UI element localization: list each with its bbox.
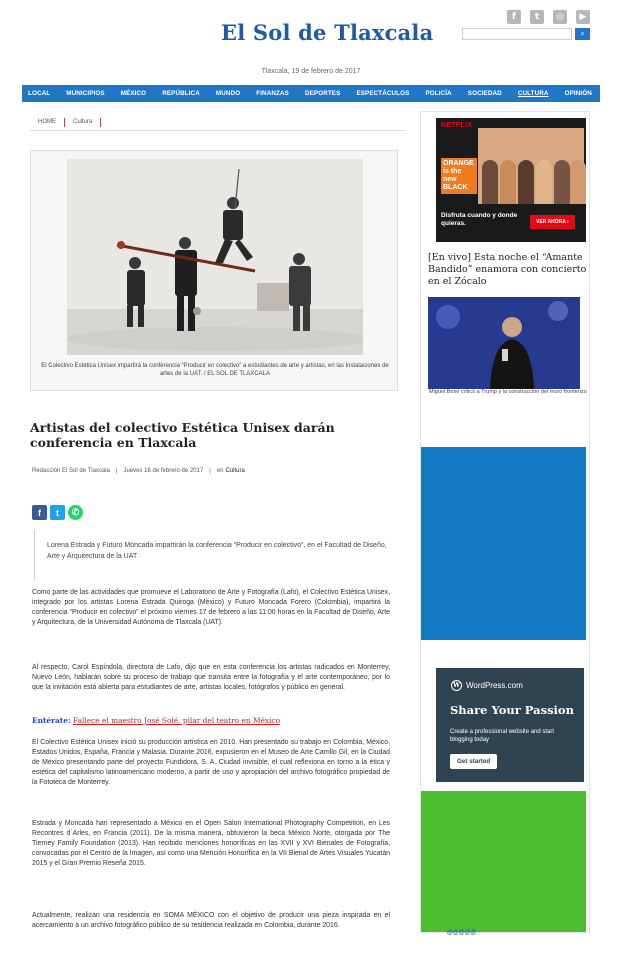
ad-show-title: ORANGE is the new BLACK	[441, 158, 477, 194]
sidebar-news-title[interactable]: [En vivo] Esta noche el “Amante Bandido”…	[428, 252, 588, 288]
wordpress-ad-headline: Share Your Passion	[450, 703, 574, 717]
article-paragraph: Estrada y Moncada han representado a Méx…	[32, 820, 390, 867]
breadcrumb-home[interactable]: HOME	[30, 117, 65, 127]
nav-item-municipios[interactable]: MUNICIPIOS	[66, 90, 104, 97]
nav-item-sociedad[interactable]: SOCIEDAD	[468, 90, 502, 97]
netflix-logo: NETFLIX	[441, 122, 473, 129]
social-links: f t ◎ ▶	[507, 10, 590, 24]
article-paragraph: Actualmente, realizan una residencia en …	[32, 912, 390, 929]
ad-tagline: Disfruta cuando y donde quieras.	[441, 212, 518, 227]
sidebar-news-caption: Miguel Bosé criticó a Trump y la constru…	[429, 389, 587, 395]
wordpress-icon: W	[451, 680, 462, 691]
byline-separator: |	[115, 468, 118, 474]
youtube-icon[interactable]: ▶	[576, 10, 590, 24]
nav-item-opinion[interactable]: OPINIÓN	[565, 90, 592, 97]
wordpress-ad[interactable]: W WordPress.com Share Your Passion Creat…	[436, 668, 584, 782]
main-nav: LOCAL MUNICIPIOS MÉXICO REPÚBLICA MUNDO …	[22, 85, 600, 102]
article-summary: Lorena Estrada y Futuro Moncada impartir…	[34, 530, 394, 580]
search-button[interactable]: ⌕	[575, 28, 590, 40]
ad-tag: @@@@@	[447, 930, 477, 936]
whatsapp-share-icon[interactable]: ✆	[68, 505, 83, 520]
byline-separator: |	[209, 468, 211, 474]
byline-category[interactable]: Cultura	[225, 468, 244, 474]
site-logo[interactable]: El Sol de Tlaxcala	[221, 20, 433, 45]
article-headline: Artistas del colectivo Estética Unisex d…	[30, 420, 335, 450]
article-paragraph: Como parte de las actividades que promue…	[32, 589, 390, 626]
nav-item-mundo[interactable]: MUNDO	[216, 90, 240, 97]
twitter-icon[interactable]: t	[530, 10, 544, 24]
sidebar-news-image[interactable]	[428, 297, 580, 389]
green-ad-banner[interactable]: @@@@@	[421, 791, 586, 936]
nav-item-mexico[interactable]: MÉXICO	[121, 90, 146, 97]
facebook-icon[interactable]: f	[507, 10, 521, 24]
lead-figure: El Colectivo Estética Unisex impartirá l…	[30, 150, 398, 391]
breadcrumb: HOME Cultura	[30, 114, 406, 131]
nav-item-cultura[interactable]: CULTURA	[518, 90, 549, 97]
photo-caption: El Colectivo Estética Unisex impartirá l…	[41, 363, 389, 377]
masthead: El Sol de Tlaxcala f t ◎ ▶ ⌕	[0, 10, 622, 60]
nav-item-local[interactable]: LOCAL	[28, 90, 50, 97]
byline-author: Redacción El Sol de Tlaxcala	[32, 468, 110, 474]
sidebar: NETFLIX ORANGE is the new BLACK Disfruta…	[420, 111, 590, 936]
wordpress-brand-label: WordPress.com	[466, 681, 523, 690]
search-box: ⌕	[462, 28, 590, 40]
byline: Redacción El Sol de Tlaxcala | Jueves 16…	[32, 468, 245, 474]
wordpress-brand: W WordPress.com	[451, 680, 523, 691]
article-paragraph: El Colectivo Estética Unisex inició su p…	[32, 739, 390, 786]
share-buttons: f t ✆	[32, 505, 83, 520]
related-link: Entérate: Fallece el maestro José Solé, …	[32, 716, 392, 725]
wordpress-ad-subtext: Create a professional website and start …	[450, 729, 555, 743]
nav-item-deportes[interactable]: DEPORTES	[305, 90, 340, 97]
blue-ad-banner[interactable]	[421, 447, 586, 640]
nav-item-policia[interactable]: POLICÍA	[425, 90, 451, 97]
search-input[interactable]	[462, 28, 572, 40]
ad-cta-button[interactable]: VER AHORA ›	[530, 215, 575, 229]
byline-date: Jueves 16 de febrero de 2017	[123, 468, 204, 474]
ad-image	[478, 128, 586, 204]
netflix-ad[interactable]: NETFLIX ORANGE is the new BLACK Disfruta…	[436, 118, 586, 242]
lead-photo	[67, 159, 363, 355]
instagram-icon[interactable]: ◎	[553, 10, 567, 24]
nav-item-republica[interactable]: REPÚBLICA	[162, 90, 200, 97]
nav-item-finanzas[interactable]: FINANZAS	[256, 90, 289, 97]
breadcrumb-section[interactable]: Cultura	[65, 117, 102, 127]
nav-item-espectaculos[interactable]: ESPECTÁCULOS	[356, 90, 409, 97]
twitter-share-icon[interactable]: t	[50, 505, 65, 520]
related-label: Entérate:	[32, 716, 71, 725]
related-article-link[interactable]: Fallece el maestro José Solé, pilar del …	[73, 716, 280, 725]
facebook-share-icon[interactable]: f	[32, 505, 47, 520]
dateline: Tlaxcala, 19 de febrero de 2017	[261, 68, 361, 75]
article-paragraph: Al respecto, Carol Espíndola, directora …	[32, 664, 390, 691]
get-started-button[interactable]: Get started	[450, 754, 498, 769]
byline-in: en	[216, 468, 224, 474]
search-icon: ⌕	[580, 29, 585, 38]
